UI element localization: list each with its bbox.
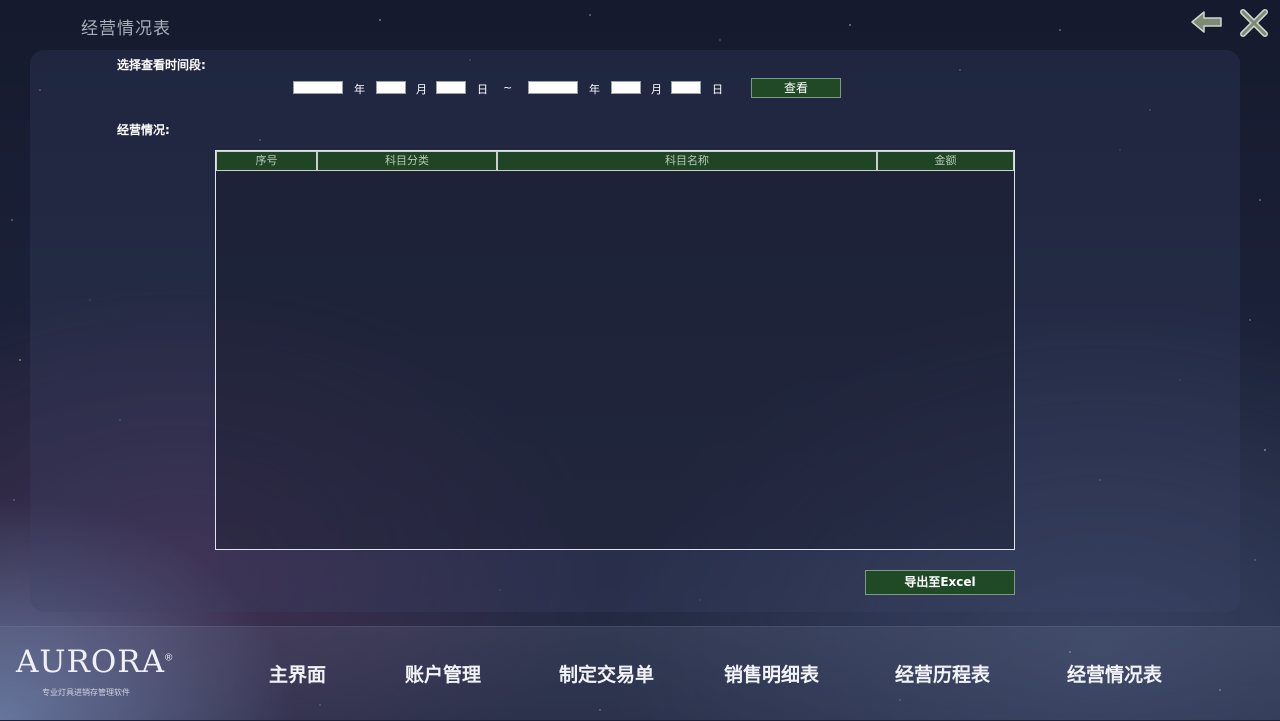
nav-item-create-order[interactable]: 制定交易单 [559, 660, 654, 687]
view-button[interactable]: 查看 [751, 78, 841, 98]
page-title: 经营情况表 [81, 19, 171, 39]
nav-item-sales-detail[interactable]: 销售明细表 [724, 660, 819, 687]
column-header-category[interactable]: 科目分类 [317, 151, 497, 171]
nav-item-main[interactable]: 主界面 [269, 660, 326, 687]
back-button[interactable] [1190, 8, 1224, 38]
end-year-input[interactable] [528, 81, 578, 94]
start-day-input[interactable] [436, 81, 466, 94]
business-table: 序号 科目分类 科目名称 金额 [215, 150, 1015, 550]
close-icon [1240, 9, 1268, 37]
start-day-unit: 日 [477, 83, 488, 96]
end-day-input[interactable] [671, 81, 701, 94]
end-year-unit: 年 [589, 83, 600, 96]
export-excel-button[interactable]: 导出至Excel [865, 570, 1015, 595]
time-range-label: 选择查看时间段: [117, 58, 206, 72]
column-header-index[interactable]: 序号 [216, 151, 317, 171]
start-year-input[interactable] [293, 81, 343, 94]
close-button[interactable] [1238, 8, 1272, 38]
column-header-amount[interactable]: 金额 [877, 151, 1014, 171]
logo-name: AURORA® [16, 644, 174, 680]
table-header: 序号 科目分类 科目名称 金额 [216, 151, 1014, 171]
start-year-unit: 年 [354, 83, 365, 96]
end-month-input[interactable] [611, 81, 641, 94]
column-header-subject-name[interactable]: 科目名称 [497, 151, 877, 171]
business-status-label: 经营情况: [117, 123, 170, 137]
start-month-unit: 月 [416, 83, 427, 96]
nav-item-account[interactable]: 账户管理 [405, 660, 481, 687]
end-month-unit: 月 [651, 83, 662, 96]
logo-tagline: 专业灯具进销存管理软件 [42, 688, 130, 697]
nav-item-business-status[interactable]: 经营情况表 [1067, 660, 1162, 687]
aurora-logo: AURORA® 专业灯具进销存管理软件 [16, 644, 174, 697]
back-arrow-icon [1191, 11, 1222, 33]
end-day-unit: 日 [712, 83, 723, 96]
nav-item-business-history[interactable]: 经营历程表 [895, 660, 990, 687]
range-separator: ~ [503, 81, 513, 94]
start-month-input[interactable] [376, 81, 406, 94]
